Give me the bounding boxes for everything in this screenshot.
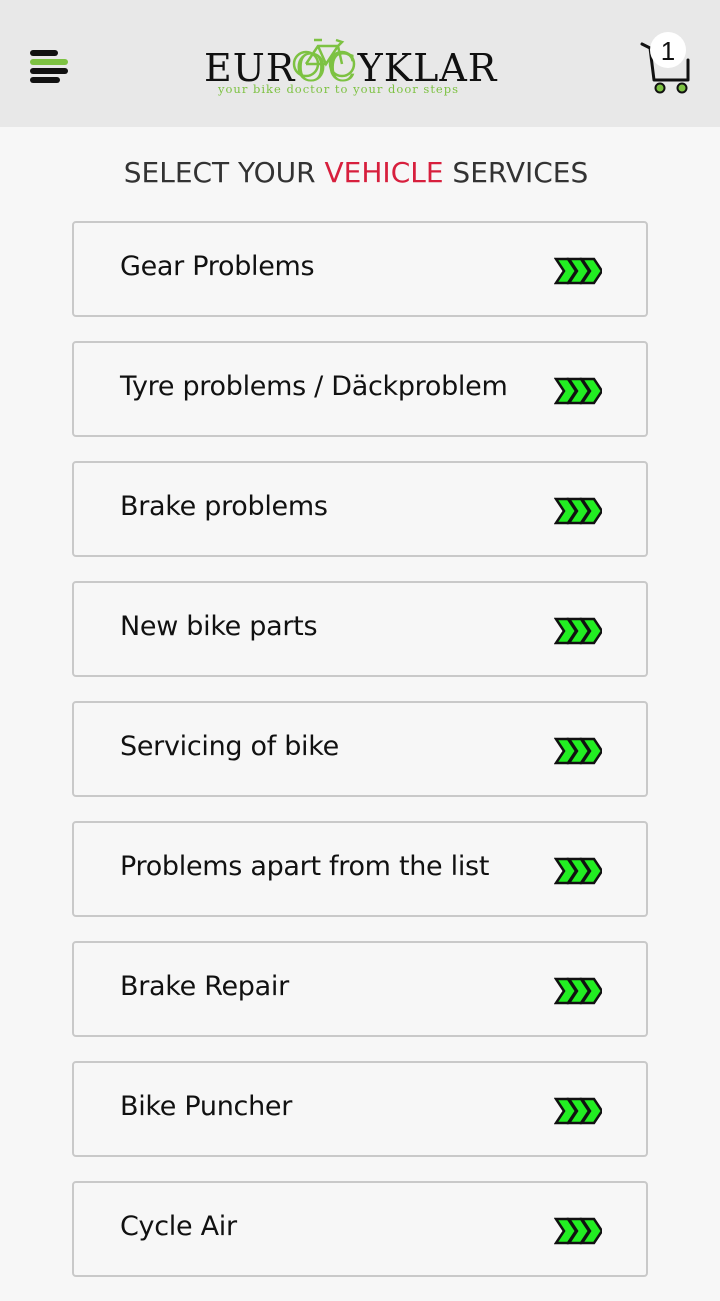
brand-logo[interactable]: EUROCYKLAR your bike doctor to your door… [200, 36, 510, 100]
service-label: Servicing of bike [120, 731, 339, 762]
forward-arrows-icon [554, 617, 602, 645]
service-item[interactable]: Tyre problems / Däckproblem [72, 341, 648, 437]
service-label: New bike parts [120, 611, 318, 642]
forward-arrows-icon [554, 977, 602, 1005]
forward-arrows-icon [554, 377, 602, 405]
service-item[interactable]: Bike Puncher [72, 1061, 648, 1157]
service-item[interactable]: Problems apart from the list [72, 821, 648, 917]
service-label: Gear Problems [120, 251, 315, 282]
service-item[interactable]: Gear Problems [72, 221, 648, 317]
forward-arrows-icon [554, 737, 602, 765]
page-title: SELECT YOUR VEHICLE SERVICES [123, 156, 589, 189]
forward-arrows-icon [554, 857, 602, 885]
cart-count-badge: 1 [650, 32, 686, 68]
hamburger-menu-icon[interactable] [28, 48, 70, 88]
app-header: EUROCYKLAR your bike doctor to your door… [0, 0, 720, 127]
service-item[interactable]: Servicing of bike [72, 701, 648, 797]
service-list: Gear Problems Tyre problems / Däckproble… [72, 221, 648, 1301]
forward-arrows-icon [554, 1217, 602, 1245]
service-item[interactable]: Brake Repair [72, 941, 648, 1037]
forward-arrows-icon [554, 257, 602, 285]
service-label: Brake problems [120, 491, 328, 522]
service-label: Brake Repair [120, 971, 289, 1002]
service-item[interactable]: Brake problems [72, 461, 648, 557]
logo-tagline: your bike doctor to your door steps [218, 82, 460, 96]
service-item[interactable]: New bike parts [72, 581, 648, 677]
service-label: Cycle Air [120, 1211, 237, 1242]
forward-arrows-icon [554, 1097, 602, 1125]
service-label: Tyre problems / Däckproblem [120, 371, 508, 402]
service-label: Bike Puncher [120, 1091, 292, 1122]
forward-arrows-icon [554, 497, 602, 525]
service-item[interactable]: Cycle Air [72, 1181, 648, 1277]
service-label: Problems apart from the list [120, 851, 490, 882]
